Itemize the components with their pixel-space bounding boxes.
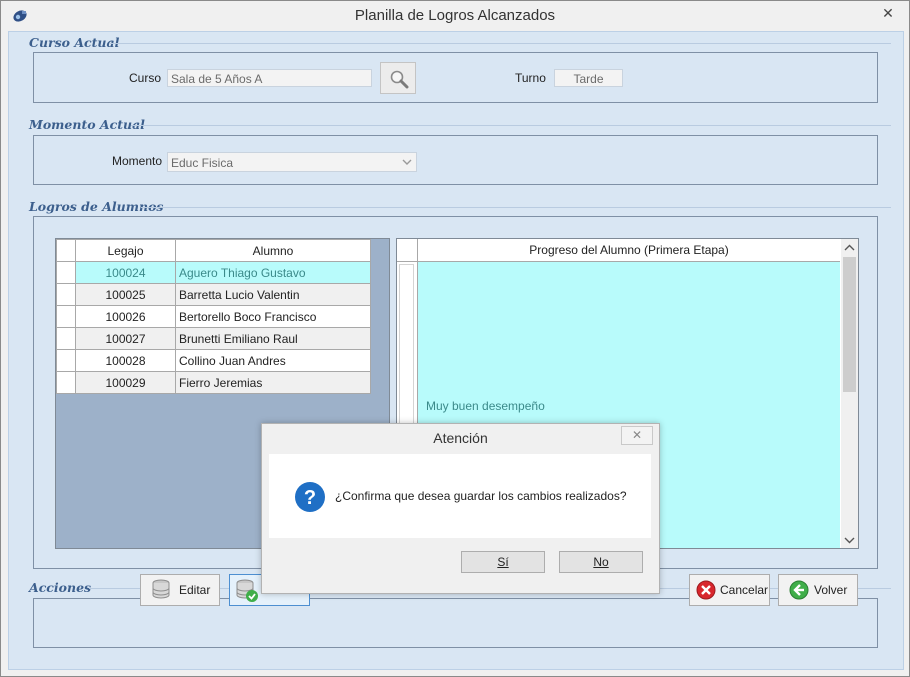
question-icon: ?	[294, 481, 326, 516]
dialog-close-button[interactable]: ✕	[621, 426, 653, 445]
cancel-icon	[696, 580, 716, 611]
back-arrow-icon	[789, 580, 809, 611]
table-row[interactable]: 100026 Bertorello Boco Francisco	[56, 305, 371, 328]
alumno-cell[interactable]: Fierro Jeremias	[175, 371, 371, 394]
momento-label: Momento	[112, 154, 163, 168]
search-curso-button[interactable]	[380, 62, 416, 94]
alumno-cell[interactable]: Brunetti Emiliano Raul	[175, 327, 371, 350]
momento-actual-title: Momento Actual	[29, 117, 145, 132]
dialog-message: ¿Confirma que desea guardar los cambios …	[335, 489, 627, 503]
database-save-icon	[235, 579, 259, 614]
chevron-down-icon	[402, 154, 412, 176]
cancelar-label: Cancelar	[720, 583, 769, 597]
acciones-title: Acciones	[29, 580, 92, 595]
momento-select-value: Educ Fisica	[171, 156, 234, 170]
dialog-body: ? ¿Confirma que desea guardar los cambio…	[269, 454, 651, 538]
momento-actual-divider	[131, 125, 891, 126]
row-selector[interactable]	[56, 261, 76, 284]
row-selector[interactable]	[56, 283, 76, 306]
progreso-header[interactable]: Progreso del Alumno (Primera Etapa)	[418, 239, 840, 262]
legajo-cell[interactable]: 100027	[75, 327, 176, 350]
momento-select[interactable]: Educ Fisica	[167, 152, 417, 172]
progreso-value: Muy buen desempeño	[426, 399, 545, 413]
magnifier-icon	[389, 69, 409, 92]
dialog-title: Atención	[433, 430, 488, 446]
row-selector[interactable]	[56, 349, 76, 372]
editar-button[interactable]: Editar	[140, 574, 220, 606]
vertical-scrollbar[interactable]	[841, 239, 858, 548]
dialog-yes-button[interactable]: Sí	[461, 551, 545, 573]
volver-label: Volver	[814, 583, 848, 597]
row-selector[interactable]	[56, 305, 76, 328]
turno-label: Turno	[515, 71, 546, 85]
svg-text:?: ?	[304, 487, 316, 509]
table-row[interactable]: 100024 Aguero Thiago Gustavo	[56, 261, 371, 284]
scroll-down-icon[interactable]	[844, 534, 855, 548]
dialog-no-button[interactable]: No	[559, 551, 643, 573]
alumno-cell[interactable]: Collino Juan Andres	[175, 349, 371, 372]
legajo-cell[interactable]: 100025	[75, 283, 176, 306]
curso-actual-divider	[109, 43, 891, 44]
curso-actual-title: Curso Actual	[29, 35, 120, 50]
progreso-corner	[397, 239, 418, 262]
alumnos-header-row: Legajo Alumno	[56, 239, 371, 262]
confirm-dialog: Atención ✕ ? ¿Confirma que desea guardar…	[261, 423, 660, 594]
scrollbar-thumb[interactable]	[843, 257, 856, 392]
row-header-corner	[56, 239, 76, 262]
legajo-cell[interactable]: 100029	[75, 371, 176, 394]
alumno-cell[interactable]: Aguero Thiago Gustavo	[175, 261, 371, 284]
main-window: Planilla de Logros Alcanzados ✕ Curso Ac…	[0, 0, 910, 677]
alumno-cell[interactable]: Bertorello Boco Francisco	[175, 305, 371, 328]
legajo-cell[interactable]: 100024	[75, 261, 176, 284]
title-bar: Planilla de Logros Alcanzados ✕	[1, 1, 909, 31]
cancelar-button[interactable]: Cancelar	[689, 574, 770, 606]
editar-label: Editar	[179, 583, 211, 597]
dialog-no-label: No	[593, 555, 609, 569]
scroll-up-icon[interactable]	[844, 242, 855, 256]
col-legajo-header[interactable]: Legajo	[75, 239, 176, 262]
row-selector[interactable]	[56, 371, 76, 394]
table-row[interactable]: 100028 Collino Juan Andres	[56, 349, 371, 372]
momento-actual-panel: Momento Educ Fisica	[33, 135, 878, 185]
curso-label: Curso	[129, 71, 162, 85]
curso-field[interactable]: Sala de 5 Años A	[167, 69, 372, 87]
table-row[interactable]: 100029 Fierro Jeremias	[56, 371, 371, 394]
logros-divider	[141, 207, 891, 208]
curso-actual-panel: Curso Sala de 5 Años A Turno Tarde	[33, 52, 878, 103]
row-selector[interactable]	[56, 327, 76, 350]
window-title: Planilla de Logros Alcanzados	[354, 7, 556, 24]
window-close-button[interactable]: ✕	[875, 3, 901, 23]
database-edit-icon	[151, 579, 173, 612]
alumnos-table: Legajo Alumno 100024 Aguero Thiago Gusta…	[56, 239, 371, 394]
legajo-cell[interactable]: 100026	[75, 305, 176, 328]
dialog-yes-label: Sí	[497, 555, 509, 569]
table-row[interactable]: 100027 Brunetti Emiliano Raul	[56, 327, 371, 350]
alumno-cell[interactable]: Barretta Lucio Valentin	[175, 283, 371, 306]
volver-button[interactable]: Volver	[778, 574, 858, 606]
table-row[interactable]: 100025 Barretta Lucio Valentin	[56, 283, 371, 306]
legajo-cell[interactable]: 100028	[75, 349, 176, 372]
col-alumno-header[interactable]: Alumno	[175, 239, 371, 262]
turno-field[interactable]: Tarde	[554, 69, 623, 87]
